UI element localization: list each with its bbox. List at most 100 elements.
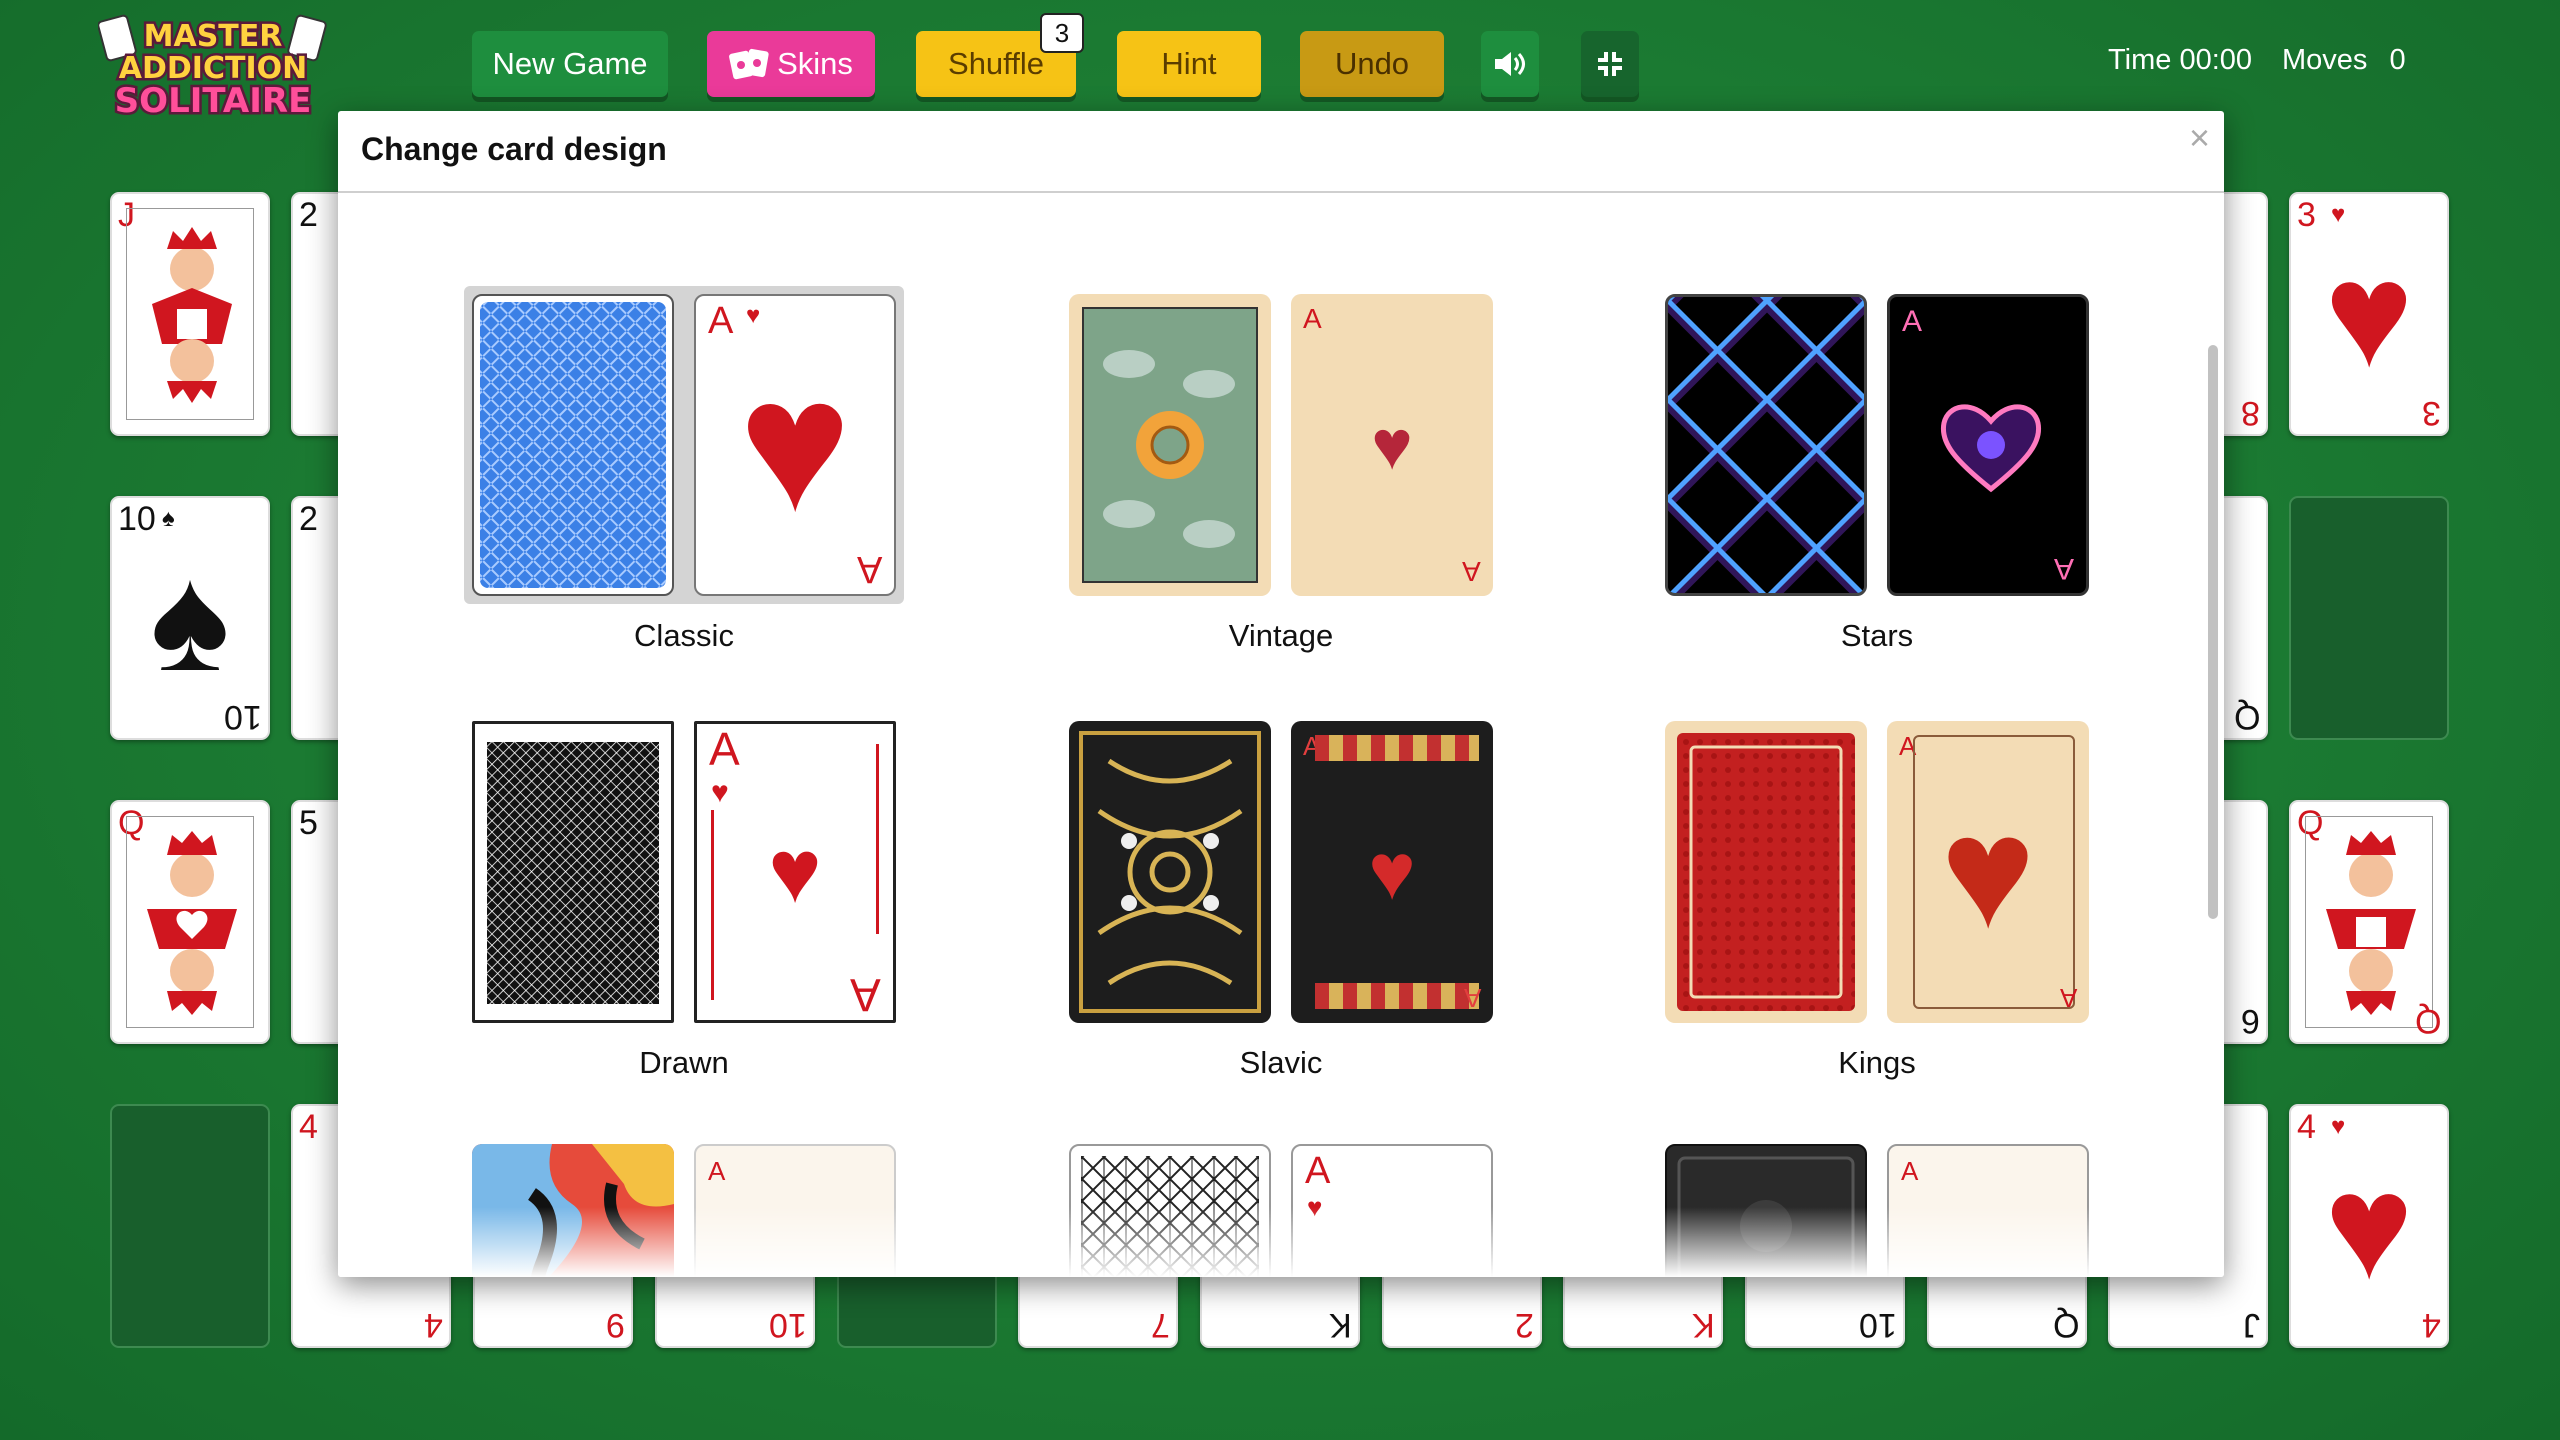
card-rank: 4: [2297, 1108, 2316, 1146]
heart-icon: ♥: [1940, 782, 2036, 961]
time-label: Time: [2108, 44, 2172, 76]
new-game-label: New Game: [492, 46, 648, 81]
close-icon[interactable]: ×: [2189, 117, 2210, 159]
drawn-ace-hearts: A ♥ ♥ A: [694, 721, 896, 1023]
skins-button[interactable]: Skins: [707, 31, 875, 97]
heart-icon: ♥: [738, 339, 852, 551]
skin-option-vintage[interactable]: A ♥ A Vintage: [1061, 286, 1501, 654]
card-rank: 3: [2297, 196, 2316, 234]
card-rank: 10: [118, 500, 156, 538]
skin-option-kings[interactable]: A ♥ A Kings: [1657, 713, 2097, 1081]
app-logo: MASTER ADDICTION SOLITAIRE: [97, 12, 328, 124]
card-rank: 10: [224, 698, 262, 736]
card-rank: 10: [1859, 1306, 1897, 1344]
card-rank: 2: [299, 196, 318, 234]
card-rank: Q: [2414, 1002, 2441, 1040]
board-card[interactable]: Q: [110, 800, 270, 1044]
card-rank: Q: [2052, 1306, 2079, 1344]
slavic-card-back: [1069, 721, 1271, 1023]
stars-ace-hearts: A A: [1887, 294, 2089, 596]
dialog-title: Change card design: [361, 131, 667, 167]
board-card[interactable]: 3 ♥ ♥ 3: [2289, 192, 2449, 436]
hint-button[interactable]: Hint: [1117, 31, 1261, 97]
kings-ace-hearts: A ♥ A: [1887, 721, 2089, 1023]
skins-grid: A ♥ ♥ A Classic A ♥ A Vintage A A Stars …: [338, 193, 2224, 1277]
vintage-ace-hearts: A ♥ A: [1291, 294, 1493, 596]
drawn-card-back: [472, 721, 674, 1023]
card-rank: 2: [1515, 1306, 1534, 1344]
skin-name: Slavic: [1239, 1045, 1323, 1080]
skin-name: Stars: [1840, 618, 1914, 653]
new-game-button[interactable]: New Game: [472, 31, 668, 97]
classic-card-back: [472, 294, 674, 596]
skin-option-drawn[interactable]: A ♥ ♥ A Drawn: [464, 713, 904, 1081]
card-rank: K: [1329, 1306, 1352, 1344]
undo-button[interactable]: Undo: [1300, 31, 1444, 97]
card-rank: 10: [769, 1306, 807, 1344]
undo-label: Undo: [1334, 46, 1410, 81]
heart-icon: ♥: [2324, 1142, 2414, 1310]
heart-icon: ♥: [768, 822, 822, 922]
classic-ace-hearts: A ♥ ♥ A: [694, 294, 896, 596]
cards-icon: [729, 48, 769, 80]
skin-preview: A A: [1657, 286, 2097, 604]
heart-icon: ♥: [1371, 406, 1413, 484]
heart-icon: ♥: [2324, 230, 2414, 398]
board-card[interactable]: 4 ♥ ♥ 4: [2289, 1104, 2449, 1348]
queen-face-art: [126, 816, 254, 1028]
sound-button[interactable]: [1481, 31, 1539, 97]
skin-name: Kings: [1838, 1045, 1916, 1080]
fullscreen-button[interactable]: [1581, 31, 1639, 97]
board-card[interactable]: J: [110, 192, 270, 436]
dialog-scrollbar[interactable]: [2208, 345, 2218, 919]
card-rank: 4: [299, 1108, 318, 1146]
skin-preview: A ♥ A: [1657, 713, 2097, 1031]
board-card[interactable]: Q Q: [2289, 800, 2449, 1044]
heart-icon: ♥: [1368, 827, 1416, 916]
card-rank: 9: [606, 1306, 625, 1344]
dialog-header: Change card design ×: [338, 111, 2224, 193]
card-rank: 4: [424, 1306, 443, 1344]
shuffle-label: Shuffle: [948, 46, 1044, 81]
card-rank: 2: [299, 500, 318, 538]
skin-name: Vintage: [1228, 618, 1334, 653]
time-value: 00:00: [2179, 44, 2253, 76]
card-suit: ♥: [2331, 201, 2346, 228]
scroll-fade: [338, 1207, 2224, 1277]
empty-foundation-slot[interactable]: [2289, 496, 2449, 740]
card-rank: 3: [2422, 394, 2441, 432]
card-suit: ♠: [162, 505, 175, 532]
card-rank: 6: [2241, 1002, 2260, 1040]
stars-card-back: [1665, 294, 1867, 596]
skin-option-slavic[interactable]: A ♥ A Slavic: [1061, 713, 1501, 1081]
jack-face-art: [126, 208, 254, 420]
skin-name: Classic: [634, 618, 734, 653]
skin-name: Drawn: [639, 1045, 729, 1080]
timer: Time 00:00: [2108, 44, 2252, 77]
empty-pile-slot[interactable]: [110, 1104, 270, 1348]
moves-label: Moves: [2282, 44, 2368, 76]
moves-value: 0: [2389, 44, 2406, 76]
board-card[interactable]: 10 ♠ ♠ 10: [110, 496, 270, 740]
shuffle-count-badge: 3: [1040, 13, 1084, 53]
skin-option-stars[interactable]: A A Stars: [1657, 286, 2097, 654]
card-rank: K: [1692, 1306, 1715, 1344]
slavic-ace-hearts: A ♥ A: [1291, 721, 1493, 1023]
skin-preview: A ♥ A: [1061, 713, 1501, 1031]
spade-icon: ♠: [150, 534, 230, 702]
card-rank: 8: [2241, 394, 2260, 432]
card-rank: J: [2243, 1306, 2260, 1344]
kings-card-back: [1665, 721, 1867, 1023]
queen-face-art: [2305, 816, 2433, 1028]
svg-text:SOLITAIRE: SOLITAIRE: [115, 81, 312, 120]
speaker-icon: [1492, 48, 1528, 80]
skin-preview: A ♥ ♥ A: [464, 713, 904, 1031]
card-suit: ♥: [2331, 1113, 2346, 1140]
vintage-card-back: [1069, 294, 1271, 596]
shuffle-button[interactable]: Shuffle 3: [916, 13, 1084, 97]
card-rank: 4: [2422, 1306, 2441, 1344]
skin-option-classic[interactable]: A ♥ ♥ A Classic: [464, 286, 904, 654]
hint-label: Hint: [1161, 46, 1217, 81]
card-rank: Q: [2233, 698, 2260, 736]
skin-preview: A ♥ ♥ A: [464, 286, 904, 604]
